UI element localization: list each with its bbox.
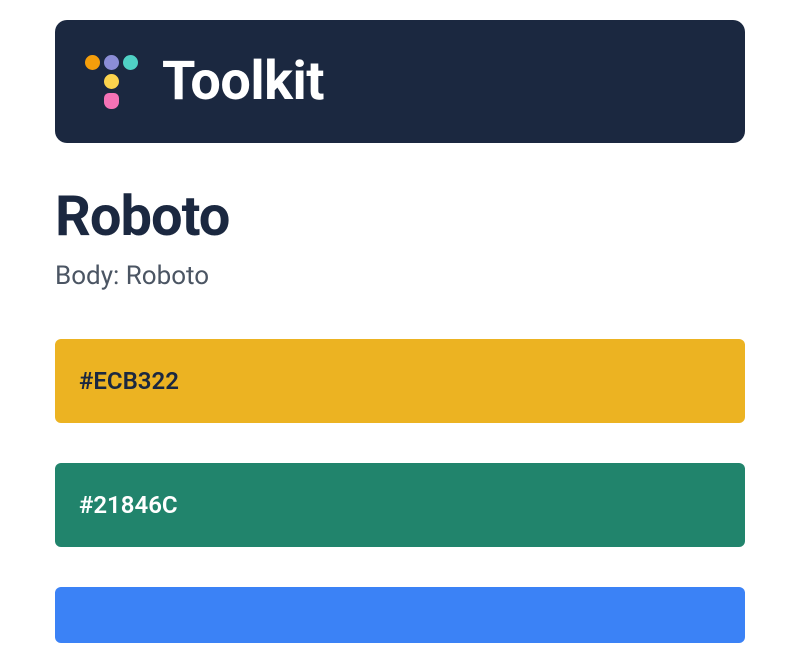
color-swatch: #ECB322 xyxy=(55,339,745,423)
body-font-label: Body: Roboto xyxy=(55,261,745,291)
typography-section: Roboto Body: Roboto xyxy=(55,183,745,291)
color-swatch xyxy=(55,587,745,643)
color-swatches: #ECB322 #21846C xyxy=(55,339,745,643)
swatch-hex-value: #21846C xyxy=(79,491,178,519)
header-title: Toolkit xyxy=(162,50,324,113)
color-swatch: #21846C xyxy=(55,463,745,547)
swatch-hex-value: #ECB322 xyxy=(79,367,179,395)
header-card: Toolkit xyxy=(55,20,745,143)
toolkit-logo-icon xyxy=(85,55,138,109)
font-name-heading: Roboto xyxy=(55,183,745,249)
